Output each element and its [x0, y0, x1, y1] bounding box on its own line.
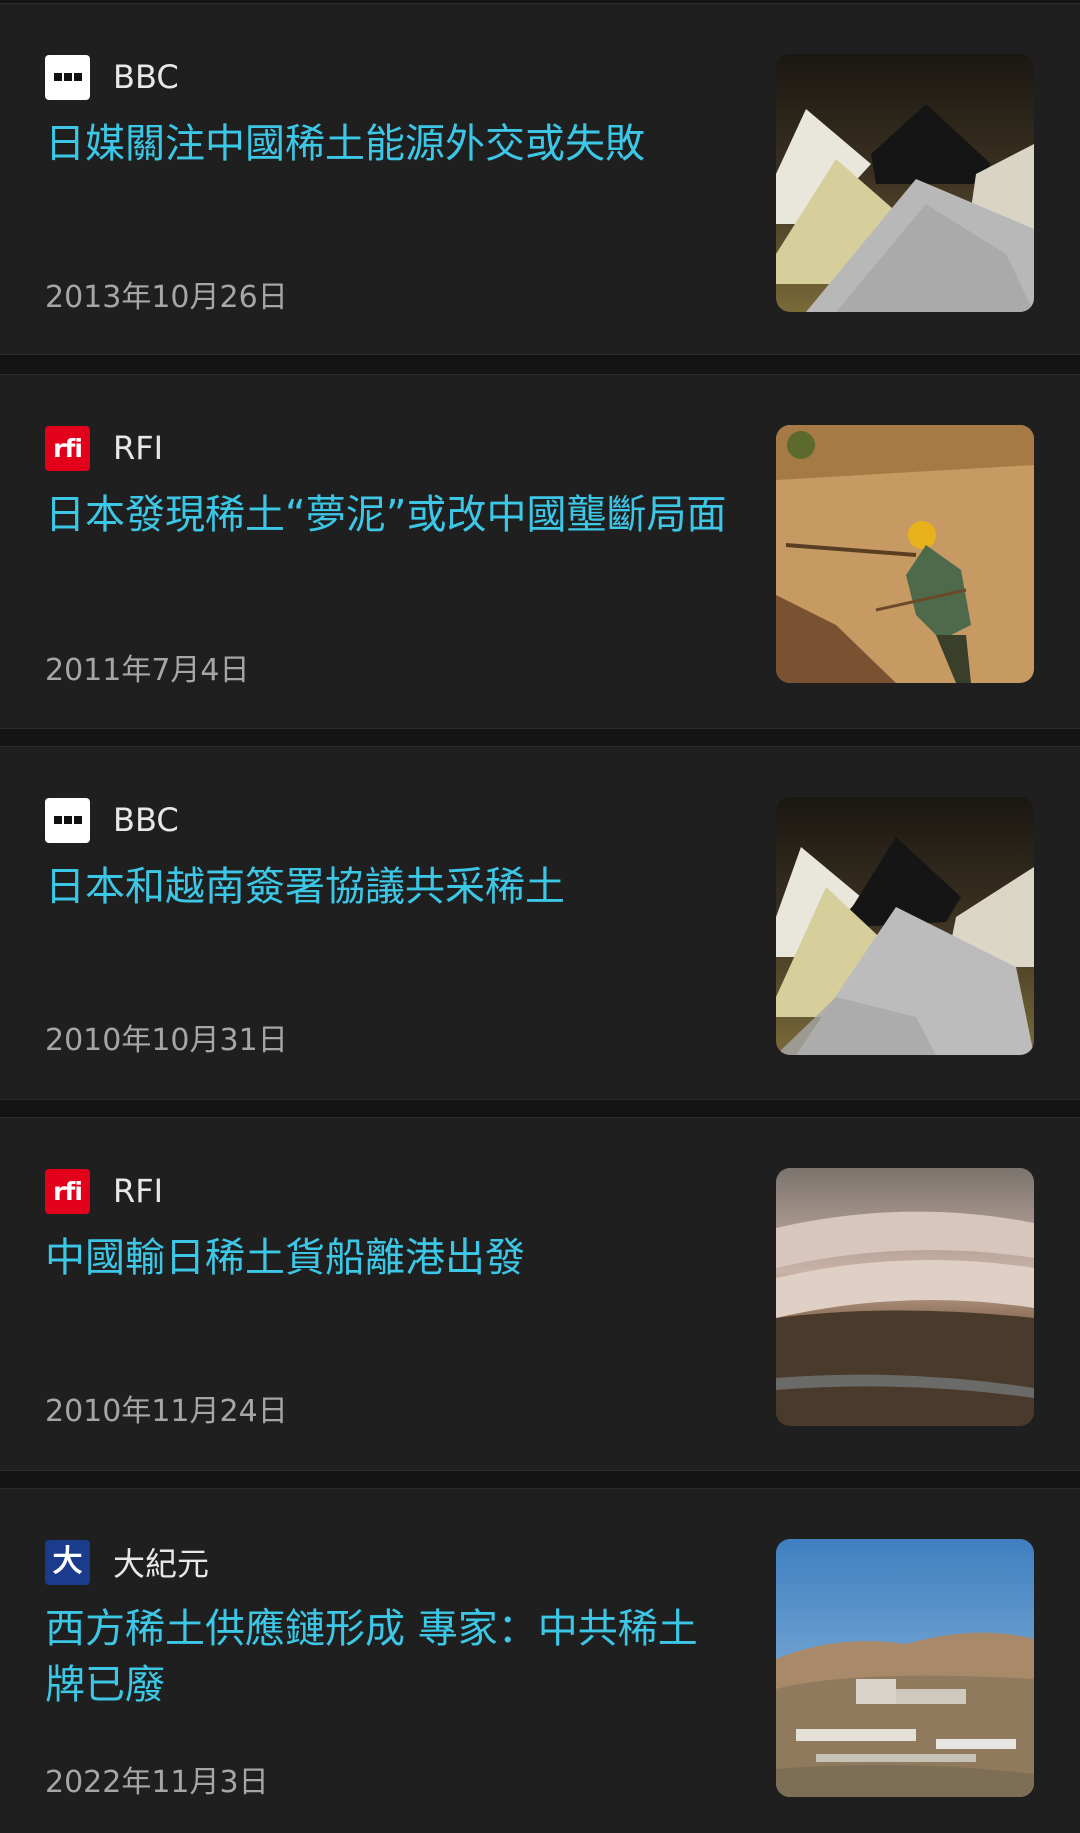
dajiyuan-logo-icon: 大	[45, 1539, 90, 1585]
source-name: BBC	[113, 801, 179, 839]
thumbnail-image[interactable]	[776, 54, 1034, 312]
headline-link[interactable]: 日媒關注中國稀土能源外交或失敗	[45, 116, 735, 172]
thumbnail-image[interactable]	[776, 1168, 1034, 1426]
worker-in-mine-icon	[776, 425, 1034, 683]
source-row: BBC	[45, 797, 179, 843]
bbc-logo-icon	[45, 54, 90, 100]
publish-date: 2011年7月4日	[45, 653, 250, 688]
rare-earth-powder-piles-icon	[776, 54, 1034, 312]
publish-date: 2010年10月31日	[45, 1023, 288, 1058]
open-pit-mine-icon	[776, 1168, 1034, 1426]
rfi-logo-icon: rfi	[45, 425, 90, 471]
headline-link[interactable]: 日本和越南簽署協議共采稀土	[45, 859, 735, 915]
news-card[interactable]: BBC 日本和越南簽署協議共采稀土 2010年10月31日	[0, 746, 1080, 1100]
publish-date: 2013年10月26日	[45, 280, 288, 315]
rfi-logo-icon: rfi	[45, 1168, 90, 1214]
headline-link[interactable]: 西方稀土供應鏈形成 專家：中共稀土牌已廢	[45, 1601, 735, 1713]
source-name: RFI	[113, 1172, 164, 1210]
source-row: rfi RFI	[45, 425, 163, 471]
source-name: RFI	[113, 429, 164, 467]
source-row: rfi RFI	[45, 1168, 163, 1214]
news-feed: BBC 日媒關注中國稀土能源外交或失敗 2013年10月26日 rfi RFI …	[0, 0, 1080, 1833]
news-card[interactable]: rfi RFI 中國輸日稀土貨船離港出發 2010年11月24日	[0, 1117, 1080, 1471]
thumbnail-image[interactable]	[776, 797, 1034, 1055]
headline-link[interactable]: 中國輸日稀土貨船離港出發	[45, 1230, 735, 1286]
source-row: 大 大紀元	[45, 1539, 209, 1585]
source-name: BBC	[113, 58, 179, 96]
headline-link[interactable]: 日本發現稀土“夢泥”或改中國壟斷局面	[45, 487, 735, 543]
news-card[interactable]: 大 大紀元 西方稀土供應鏈形成 專家：中共稀土牌已廢 2022年11月3日	[0, 1488, 1080, 1833]
thumbnail-image[interactable]	[776, 1539, 1034, 1797]
thumbnail-image[interactable]	[776, 425, 1034, 683]
publish-date: 2010年11月24日	[45, 1394, 288, 1429]
mining-facility-landscape-icon	[776, 1539, 1034, 1797]
news-card[interactable]: rfi RFI 日本發現稀土“夢泥”或改中國壟斷局面 2011年7月4日	[0, 374, 1080, 729]
bbc-logo-icon	[45, 797, 90, 843]
source-row: BBC	[45, 54, 179, 100]
source-name: 大紀元	[113, 1545, 210, 1583]
publish-date: 2022年11月3日	[45, 1765, 269, 1800]
news-card[interactable]: BBC 日媒關注中國稀土能源外交或失敗 2013年10月26日	[0, 3, 1080, 355]
rare-earth-powder-piles-icon	[776, 797, 1034, 1055]
